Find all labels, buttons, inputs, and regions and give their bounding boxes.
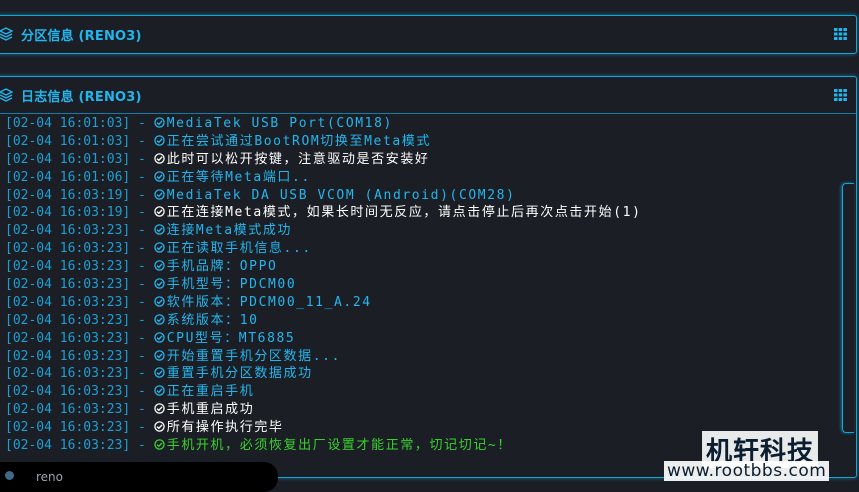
log-line: [02-04 16:01:03] - 正在尝试通过BootROM切换至Meta模… xyxy=(5,133,842,151)
log-message: 正在等待Meta端口.. xyxy=(166,169,311,185)
log-timestamp: [02-04 16:03:23] - xyxy=(5,348,146,364)
log-line: [02-04 16:03:23] - 开始重置手机分区数据... xyxy=(5,348,842,366)
log-timestamp: [02-04 16:03:23] - xyxy=(5,277,146,293)
log-timestamp: [02-04 16:03:23] - xyxy=(5,223,146,239)
log-message: 所有操作执行完毕 xyxy=(166,420,284,436)
log-message: 此时可以松开按键，注意驱动是否安装好 xyxy=(166,151,430,167)
log-message: MediaTek USB Port(COM18) xyxy=(166,116,393,131)
partition-panel: 分区信息 (RENO3) xyxy=(0,15,857,54)
log-timestamp: [02-04 16:03:19] - xyxy=(5,187,146,203)
check-circle-icon xyxy=(153,117,165,128)
log-timestamp: [02-04 16:03:23] - xyxy=(5,330,146,346)
check-circle-icon xyxy=(153,421,165,432)
log-message: 手机品牌：OPPO xyxy=(166,259,278,275)
log-line: [02-04 16:01:06] - 正在等待Meta端口.. xyxy=(5,169,842,187)
partition-panel-title: 分区信息 (RENO3) xyxy=(21,29,142,44)
log-line: [02-04 16:03:23] - 正在重启手机 xyxy=(5,383,842,401)
log-message: 软件版本：PDCM00_11_A.24 xyxy=(166,294,372,310)
log-line: [02-04 16:03:23] - 手机型号：PDCM00 xyxy=(5,276,842,294)
log-message: 连接Meta模式成功 xyxy=(166,223,293,239)
log-timestamp: [02-04 16:03:23] - xyxy=(5,312,146,328)
log-message: 正在读取手机信息... xyxy=(166,241,312,257)
log-line: [02-04 16:03:23] - 软件版本：PDCM00_11_A.24 xyxy=(5,294,842,312)
check-circle-icon xyxy=(153,331,165,343)
check-circle-icon xyxy=(153,439,165,450)
layers-icon xyxy=(0,88,13,102)
check-circle-icon xyxy=(153,135,165,146)
check-circle-icon xyxy=(153,188,165,200)
log-message: 重置手机分区数据成功 xyxy=(166,366,313,382)
check-circle-icon xyxy=(153,153,165,164)
check-circle-icon xyxy=(153,260,165,271)
log-panel: 日志信息 (RENO3) [02-04 16:01:03] - MediaTek… xyxy=(0,76,857,478)
log-panel-header[interactable]: 日志信息 (RENO3) xyxy=(0,77,856,114)
check-circle-icon xyxy=(153,296,165,307)
log-timestamp: [02-04 16:03:23] - xyxy=(5,438,146,454)
check-circle-icon xyxy=(153,349,165,361)
check-circle-icon xyxy=(153,224,165,236)
log-timestamp: [02-04 16:03:23] - xyxy=(5,366,146,382)
watermark-url: www.rootbbs.com xyxy=(664,461,830,481)
log-timestamp: [02-04 16:01:03] - xyxy=(5,151,146,167)
log-message: 开始重置手机分区数据... xyxy=(166,348,341,364)
log-line: [02-04 16:03:23] - 连接Meta模式成功 xyxy=(5,222,842,240)
log-line: [02-04 16:03:23] - 重置手机分区数据成功 xyxy=(5,365,842,383)
scrollbar-thumb[interactable] xyxy=(842,183,854,433)
log-timestamp: [02-04 16:03:23] - xyxy=(5,402,146,418)
log-timestamp: [02-04 16:03:23] - xyxy=(5,384,146,400)
log-message: CPU型号：MT6885 xyxy=(166,330,296,346)
log-line: [02-04 16:03:23] - 系统版本：10 xyxy=(5,312,842,330)
check-circle-icon xyxy=(153,367,165,379)
check-circle-icon xyxy=(153,314,165,325)
log-line: [02-04 16:03:19] - 正在连接Meta模式，如果长时间无反应，请… xyxy=(5,204,842,222)
log-message: 系统版本：10 xyxy=(166,312,259,328)
log-message: 手机型号：PDCM00 xyxy=(166,277,297,293)
log-line: [02-04 16:03:23] - 手机品牌：OPPO xyxy=(5,258,842,276)
device-tab-label: reno xyxy=(36,470,63,484)
log-line: [02-04 16:01:03] - MediaTek USB Port(COM… xyxy=(5,115,842,133)
log-line: [02-04 16:01:03] - 此时可以松开按键，注意驱动是否安装好 xyxy=(5,151,842,169)
log-timestamp: [02-04 16:03:23] - xyxy=(5,420,146,436)
log-message: 正在尝试通过BootROM切换至Meta模式 xyxy=(166,133,432,149)
log-line: [02-04 16:03:23] - 正在读取手机信息... xyxy=(5,240,842,258)
grid-icon[interactable] xyxy=(834,89,847,101)
log-line: [02-04 16:03:19] - MediaTek DA USB VCOM … xyxy=(5,187,842,205)
log-timestamp: [02-04 16:01:03] - xyxy=(5,133,146,149)
log-line: [02-04 16:03:23] - 手机重启成功 xyxy=(5,401,842,419)
grid-icon[interactable] xyxy=(834,28,847,40)
log-message: 手机重启成功 xyxy=(166,402,255,418)
device-icon xyxy=(5,471,14,480)
log-panel-title: 日志信息 (RENO3) xyxy=(21,90,142,105)
log-timestamp: [02-04 16:03:23] - xyxy=(5,241,146,257)
log-timestamp: [02-04 16:01:03] - xyxy=(5,116,146,131)
log-timestamp: [02-04 16:03:23] - xyxy=(5,259,146,275)
check-circle-icon xyxy=(153,206,165,218)
log-timestamp: [02-04 16:01:06] - xyxy=(5,169,146,185)
check-circle-icon xyxy=(153,278,165,289)
log-message: 手机开机，必须恢复出厂设置才能正常，切记切记~！ xyxy=(166,438,512,454)
log-message: 正在连接Meta模式，如果长时间无反应，请点击停止后再次点击开始(1) xyxy=(166,205,642,221)
log-output[interactable]: [02-04 16:01:03] - MediaTek USB Port(COM… xyxy=(5,115,842,455)
log-timestamp: [02-04 16:03:23] - xyxy=(5,294,146,310)
check-circle-icon xyxy=(153,170,165,182)
layers-icon xyxy=(0,27,13,41)
partition-panel-header[interactable]: 分区信息 (RENO3) xyxy=(0,16,856,53)
log-message: 正在重启手机 xyxy=(166,384,255,400)
check-circle-icon xyxy=(153,242,165,253)
check-circle-icon xyxy=(153,403,165,414)
check-circle-icon xyxy=(153,385,165,397)
log-timestamp: [02-04 16:03:19] - xyxy=(5,205,146,221)
log-line: [02-04 16:03:23] - CPU型号：MT6885 xyxy=(5,330,842,348)
log-message: MediaTek DA USB VCOM (Android)(COM28) xyxy=(166,187,516,203)
